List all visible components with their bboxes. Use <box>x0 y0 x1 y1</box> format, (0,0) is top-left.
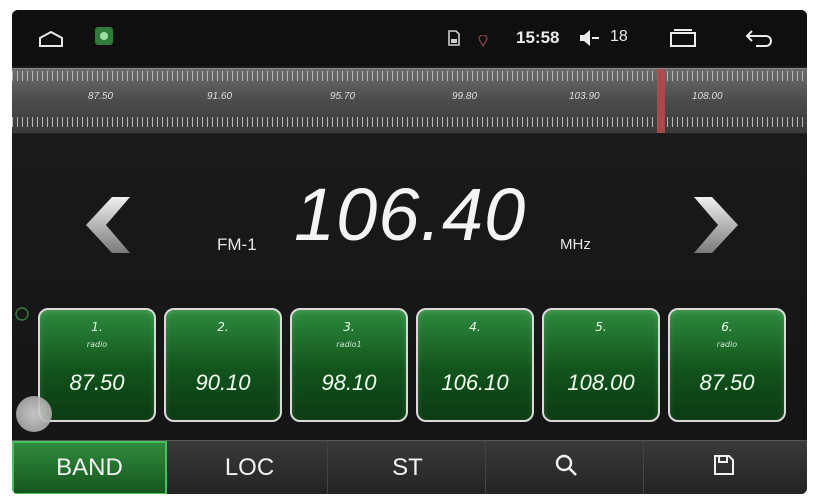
preset-number: 5. <box>595 320 607 334</box>
gps-icon <box>478 32 488 51</box>
volume-level: 18 <box>610 28 628 45</box>
preset-name: radio <box>86 340 108 349</box>
signal-indicator-icon <box>14 306 30 325</box>
search-button[interactable] <box>488 441 644 494</box>
scale-label: 103.90 <box>569 91 600 102</box>
scale-label: 99.80 <box>452 91 478 102</box>
band-button[interactable]: BAND <box>12 441 167 494</box>
st-button[interactable]: ST <box>330 441 486 494</box>
preset-button-1[interactable]: 1. radio 87.50 <box>38 308 156 422</box>
sd-card-icon <box>448 30 460 50</box>
clock-text: 15:58 <box>516 28 560 47</box>
scale-label: 87.50 <box>88 91 114 102</box>
recent-apps-icon[interactable] <box>668 28 698 52</box>
preset-button-6[interactable]: 6. radio 87.50 <box>668 308 786 422</box>
scale-label: 95.70 <box>330 91 356 102</box>
preset-frequency: 98.10 <box>321 370 377 395</box>
preset-button-2[interactable]: 2. 90.10 <box>164 308 282 422</box>
preset-name: radio1 <box>336 340 362 349</box>
assistive-touch-button[interactable] <box>16 396 52 432</box>
seek-up-arrow-icon[interactable] <box>688 195 742 259</box>
preset-number: 3. <box>343 320 355 334</box>
preset-name: radio <box>716 340 738 349</box>
scale-label: 108.00 <box>692 91 723 102</box>
status-bar: 15:58 18 <box>12 10 807 66</box>
radio-screen: 15:58 18 87.50 91.60 95.70 99.80 103.90 … <box>12 10 807 494</box>
scale-label: 91.60 <box>207 91 233 102</box>
preset-frequency: 87.50 <box>69 370 125 395</box>
back-icon[interactable] <box>744 28 774 52</box>
current-frequency: 106.40 <box>294 173 527 256</box>
preset-number: 6. <box>721 320 733 334</box>
android-app-icon[interactable] <box>94 26 114 50</box>
preset-frequency: 90.10 <box>195 370 251 395</box>
tuner-scale[interactable]: 87.50 91.60 95.70 99.80 103.90 108.00 <box>12 68 807 134</box>
preset-frequency: 106.10 <box>441 370 509 395</box>
volume-icon[interactable] <box>578 28 600 52</box>
preset-frequency: 108.00 <box>567 370 635 395</box>
save-icon <box>713 454 735 483</box>
search-icon <box>554 453 578 484</box>
preset-number: 1. <box>91 320 103 334</box>
home-icon[interactable] <box>38 30 64 52</box>
seek-down-arrow-icon[interactable] <box>82 195 136 259</box>
loc-button[interactable]: LOC <box>172 441 328 494</box>
tuner-needle[interactable] <box>656 69 665 133</box>
preset-button-3[interactable]: 3. radio1 98.10 <box>290 308 408 422</box>
preset-number: 2. <box>217 320 229 334</box>
preset-button-4[interactable]: 4. 106.10 <box>416 308 534 422</box>
bottom-toolbar: BAND LOC ST <box>12 440 807 494</box>
save-preset-button[interactable] <box>646 441 801 494</box>
preset-number: 4. <box>469 320 481 334</box>
preset-button-5[interactable]: 5. 108.00 <box>542 308 660 422</box>
preset-frequency: 87.50 <box>699 370 755 395</box>
band-label: FM-1 <box>217 235 257 254</box>
frequency-unit: MHz <box>560 236 591 253</box>
scale-ticks-top <box>12 71 807 81</box>
scale-ticks-bottom <box>12 117 807 127</box>
